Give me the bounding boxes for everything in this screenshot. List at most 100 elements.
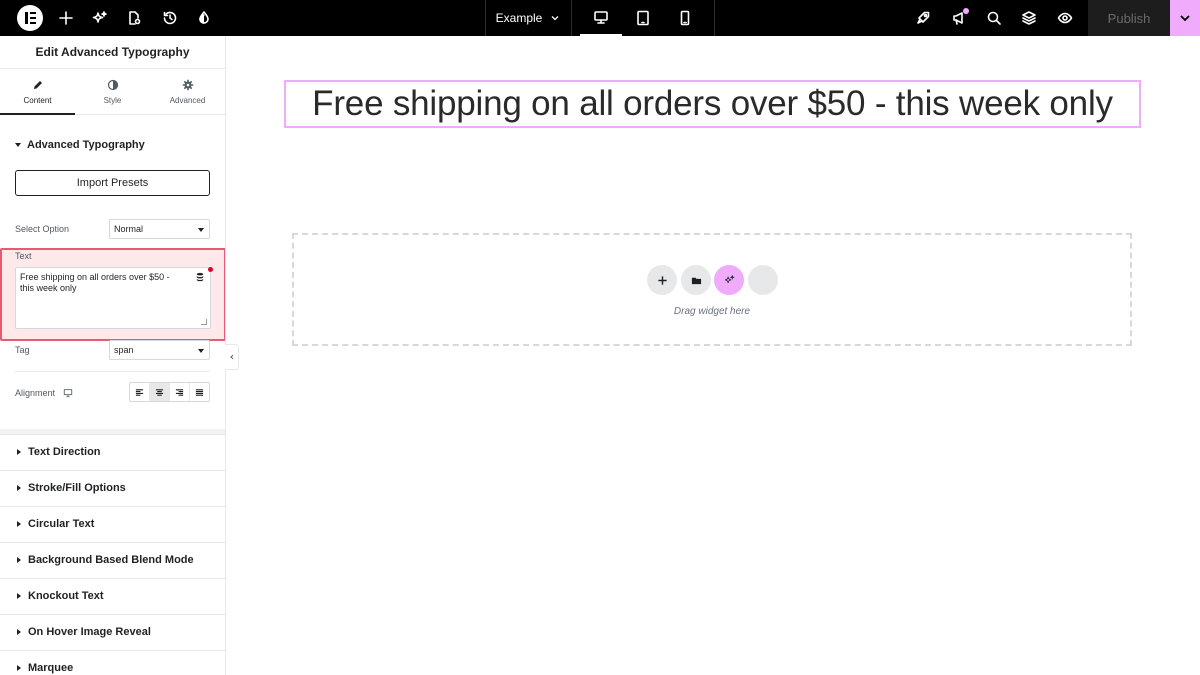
dynamic-tags-button[interactable]: [194, 271, 206, 283]
divider: [15, 371, 210, 372]
caret-right-icon: [17, 485, 21, 491]
publish-button[interactable]: Publish: [1088, 0, 1170, 36]
notification-dot: [963, 8, 969, 14]
drop-zone-label: Drag widget here: [673, 306, 751, 317]
droplet-icon: [199, 11, 209, 24]
tab-content[interactable]: Content: [0, 69, 75, 115]
site-settings-button[interactable]: [194, 0, 214, 36]
accordion-text-direction[interactable]: Text Direction: [0, 434, 225, 469]
add-element-button[interactable]: [56, 0, 76, 36]
desktop-icon[interactable]: [63, 388, 73, 398]
resize-handle[interactable]: [201, 319, 207, 325]
pencil-icon: [33, 80, 42, 89]
elementor-logo-icon[interactable]: [17, 5, 43, 31]
align-left-button[interactable]: [130, 383, 150, 401]
align-justify-button[interactable]: [190, 383, 209, 401]
database-icon: [196, 272, 204, 282]
accordion-label: Knockout Text: [28, 590, 104, 602]
import-presets-button[interactable]: Import Presets: [15, 170, 210, 196]
accordion-label: On Hover Image Reveal: [28, 626, 151, 638]
tab-label: Content: [23, 95, 52, 105]
align-left-icon: [135, 388, 144, 396]
sparkle-icon: [724, 274, 735, 283]
accordion-label: Text Direction: [28, 446, 101, 458]
search-button[interactable]: [983, 0, 1005, 36]
caret-right-icon: [17, 665, 21, 671]
plus-icon: [657, 275, 667, 285]
rocket-icon: [917, 11, 930, 24]
text-control: Text Free shipping on all orders over $5…: [0, 248, 225, 341]
heading-widget[interactable]: Free shipping on all orders over $50 - t…: [284, 80, 1141, 128]
accordion-blend-mode[interactable]: Background Based Blend Mode: [0, 542, 225, 577]
mobile-icon: [680, 10, 690, 26]
half-circle-icon: [107, 79, 118, 90]
accordion-marquee[interactable]: Marquee: [0, 650, 225, 675]
text-value: Free shipping on all orders over $50 - t…: [20, 272, 170, 293]
chevron-down-icon: [551, 16, 559, 21]
tag-dropdown[interactable]: span: [109, 340, 210, 360]
heading-text: Free shipping on all orders over $50 - t…: [312, 84, 1113, 123]
ai-button[interactable]: [90, 0, 110, 36]
tab-label: Style: [103, 95, 122, 105]
separator: [714, 0, 715, 36]
dropdown-arrow-icon: [198, 228, 204, 232]
tab-style[interactable]: Style: [75, 69, 150, 114]
desktop-view-button[interactable]: [580, 0, 622, 36]
accordion-label: Background Based Blend Mode: [28, 554, 194, 566]
add-section-button[interactable]: [647, 265, 677, 295]
section-advanced-typography[interactable]: Advanced Typography: [15, 139, 145, 151]
text-textarea[interactable]: Free shipping on all orders over $50 - t…: [15, 267, 211, 329]
accordion-knockout-text[interactable]: Knockout Text: [0, 578, 225, 613]
publish-options-button[interactable]: [1170, 0, 1200, 36]
add-template-button[interactable]: [681, 265, 711, 295]
align-right-button[interactable]: [170, 383, 190, 401]
accordion-hover-image-reveal[interactable]: On Hover Image Reveal: [0, 614, 225, 649]
select-option-label: Select Option: [15, 224, 70, 234]
separator: [571, 0, 572, 36]
tab-advanced[interactable]: Advanced: [150, 69, 225, 114]
chevron-down-icon: [1180, 15, 1190, 22]
caret-right-icon: [17, 629, 21, 635]
align-center-icon: [155, 388, 164, 396]
tablet-view-button[interactable]: [622, 0, 664, 36]
align-center-button[interactable]: [150, 383, 170, 401]
layers-icon: [1022, 11, 1036, 25]
tag-label: Tag: [15, 345, 30, 355]
section-title: Advanced Typography: [27, 139, 145, 151]
gear-icon: [182, 79, 193, 90]
accordion-label: Stroke/Fill Options: [28, 482, 126, 494]
drop-zone[interactable]: Drag widget here: [292, 233, 1132, 346]
ai-generate-button[interactable]: [714, 265, 744, 295]
caret-right-icon: [17, 593, 21, 599]
structure-button[interactable]: [1018, 0, 1040, 36]
error-dot: [208, 267, 213, 272]
panel-tabs: Content Style Advanced: [0, 69, 225, 115]
accordion-stroke-fill[interactable]: Stroke/Fill Options: [0, 470, 225, 505]
history-button[interactable]: [160, 0, 180, 36]
alignment-control: [129, 382, 210, 402]
accordion-label: Marquee: [28, 662, 74, 674]
whats-new-button[interactable]: [948, 0, 970, 36]
accordion-circular-text[interactable]: Circular Text: [0, 506, 225, 541]
alignment-label: Alignment: [15, 388, 73, 398]
chevron-left-icon: [229, 354, 233, 360]
tablet-icon: [637, 10, 649, 26]
select-option-dropdown[interactable]: Normal: [109, 219, 210, 239]
launch-button[interactable]: [912, 0, 934, 36]
preview-button[interactable]: [1054, 0, 1076, 36]
page-selector[interactable]: Example: [486, 0, 570, 36]
tag-value: span: [114, 345, 134, 355]
caret-right-icon: [17, 449, 21, 455]
extra-action-button[interactable]: [748, 265, 778, 295]
collapse-panel-button[interactable]: [225, 344, 239, 370]
caret-down-icon: [15, 143, 21, 147]
editor-panel: Edit Advanced Typography Content Style A…: [0, 36, 226, 675]
page-settings-button[interactable]: [124, 0, 144, 36]
alignment-label-text: Alignment: [15, 388, 56, 398]
panel-title: Edit Advanced Typography: [0, 36, 225, 69]
select-option-value: Normal: [114, 224, 144, 234]
mobile-view-button[interactable]: [664, 0, 706, 36]
caret-right-icon: [17, 521, 21, 527]
top-bar: Example Publish: [0, 0, 1200, 36]
desktop-icon: [594, 11, 608, 24]
